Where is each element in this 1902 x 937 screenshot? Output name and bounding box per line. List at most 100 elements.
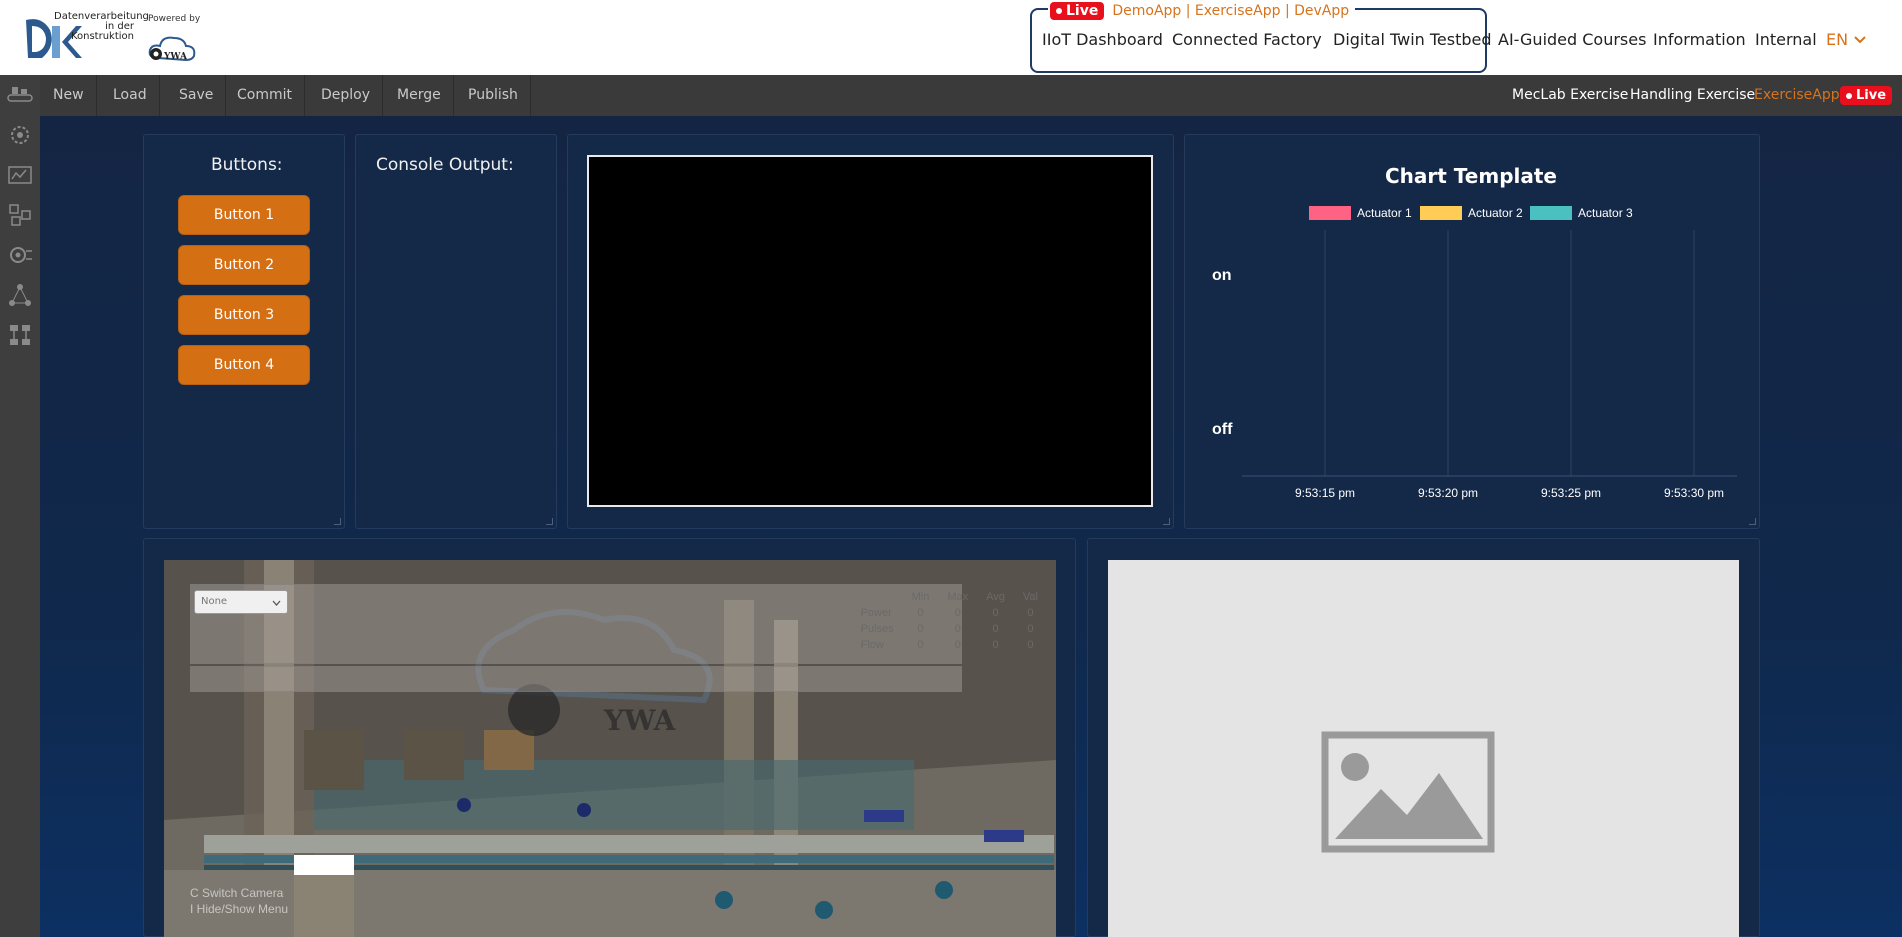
network-icon[interactable] <box>6 281 34 309</box>
legend-item[interactable]: Actuator 3 <box>1530 206 1633 220</box>
table-row: Flow 0 0 0 0 <box>853 638 1046 652</box>
live-dot-icon <box>1056 8 1062 14</box>
table-header: Min <box>911 591 930 603</box>
publish-button[interactable]: Publish <box>456 75 531 116</box>
table-header: Avg <box>986 591 1005 603</box>
handling-exercise-link[interactable]: Handling Exercise <box>1630 75 1755 116</box>
legend-swatch <box>1420 206 1462 220</box>
ywa-logo-text: YWA <box>163 52 188 62</box>
row-label: Flow <box>860 639 884 651</box>
toolbar: New Load Save Commit Deploy Merge Publis… <box>0 75 1902 116</box>
table-cell: 0 <box>954 607 961 619</box>
live-apps-links[interactable]: DemoApp | ExerciseApp | DevApp <box>1112 3 1349 19</box>
deploy-button[interactable]: Deploy <box>309 75 384 116</box>
live-dot-icon <box>1846 92 1852 99</box>
legend-swatch <box>1530 206 1572 220</box>
blocks-icon[interactable] <box>6 201 34 229</box>
resize-handle[interactable] <box>1163 518 1170 525</box>
table-header-row: Min Max Avg Val <box>853 590 1046 604</box>
live-badge-label: Live <box>1066 3 1099 19</box>
left-sidebar <box>0 75 40 937</box>
resize-handle[interactable] <box>1749 518 1756 525</box>
legend-label: Actuator 1 <box>1357 206 1412 220</box>
toolbar-live-label: Live <box>1856 88 1887 103</box>
table-row: Pulses 0 0 0 0 <box>853 622 1046 636</box>
legend-label: Actuator 3 <box>1578 206 1633 220</box>
buttons-panel-title: Buttons: <box>211 155 283 175</box>
button-1[interactable]: Button 1 <box>178 195 310 235</box>
chart-title: Chart Template <box>1385 164 1557 188</box>
sensor-select[interactable]: None <box>194 590 288 614</box>
image-placeholder <box>1108 560 1739 937</box>
meclab-exercise-link[interactable]: MecLab Exercise <box>1512 75 1628 116</box>
table-cell: 0 <box>992 639 999 651</box>
ywa-logo[interactable]: YWA <box>144 30 200 64</box>
toolbar-live-badge: Live <box>1840 86 1893 105</box>
x-tick-label: 9:53:20 pm <box>1418 486 1479 500</box>
language-selector[interactable]: EN <box>1826 30 1866 49</box>
table-cell: 0 <box>1027 607 1034 619</box>
resize-handle[interactable] <box>546 518 553 525</box>
ywa-watermark: YWA <box>603 704 677 737</box>
hint-hide-menu: I Hide/Show Menu <box>190 902 289 916</box>
hierarchy-icon[interactable] <box>6 321 34 349</box>
merge-button[interactable]: Merge <box>385 75 454 116</box>
sensor-overlay <box>190 584 962 664</box>
row-label: Pulses <box>860 623 894 635</box>
table-header: Max <box>947 591 969 603</box>
video-stream[interactable] <box>587 155 1153 507</box>
chevron-down-icon <box>272 600 281 606</box>
nav-ai-guided-courses[interactable]: AI-Guided Courses <box>1498 30 1646 49</box>
new-button[interactable]: New <box>41 75 97 116</box>
save-button[interactable]: Save <box>167 75 227 116</box>
legend-item[interactable]: Actuator 1 <box>1309 206 1412 220</box>
button-3[interactable]: Button 3 <box>178 295 310 335</box>
legend-label: Actuator 2 <box>1468 206 1523 220</box>
digital-twin-viewer[interactable]: YWA None Min Max Avg Val Power 0 0 0 0 P… <box>164 560 1056 937</box>
gear-network-icon[interactable] <box>6 241 34 269</box>
table-cell: 0 <box>1027 639 1034 651</box>
y-tick-label: off <box>1212 421 1233 438</box>
legend-item[interactable]: Actuator 2 <box>1420 206 1523 220</box>
table-cell: 0 <box>1027 623 1034 635</box>
x-tick-label: 9:53:30 pm <box>1664 486 1725 500</box>
exerciseapp-link[interactable]: ExerciseApp <box>1754 75 1840 116</box>
nav-internal[interactable]: Internal <box>1755 30 1817 49</box>
table-cell: 0 <box>917 623 924 635</box>
table-cell: 0 <box>917 639 924 651</box>
button-2[interactable]: Button 2 <box>178 245 310 285</box>
sensor-overlay-bar <box>190 666 962 692</box>
load-button[interactable]: Load <box>101 75 160 116</box>
table-header-blank <box>853 590 902 604</box>
x-tick-label: 9:53:15 pm <box>1295 486 1356 500</box>
nav-digital-twin-testbed[interactable]: Digital Twin Testbed <box>1333 30 1492 49</box>
nav-information[interactable]: Information <box>1653 30 1746 49</box>
hint-switch-camera: C Switch Camera <box>190 886 284 900</box>
table-cell: 0 <box>992 607 999 619</box>
legend-swatch <box>1309 206 1351 220</box>
image-placeholder-icon <box>1321 731 1495 853</box>
top-header: Datenverarbeitung in der Konstruktion Po… <box>0 0 1902 75</box>
factory-icon[interactable] <box>6 161 34 189</box>
resize-handle[interactable] <box>334 518 341 525</box>
nav-iiot-dashboard[interactable]: IIoT Dashboard <box>1042 30 1163 49</box>
table-cell: 0 <box>917 607 924 619</box>
conveyor-icon[interactable] <box>6 81 34 109</box>
sensor-select-value: None <box>201 596 228 607</box>
table-header: Val <box>1022 591 1038 603</box>
commit-button[interactable]: Commit <box>225 75 305 116</box>
powered-by-label: Powered by <box>148 14 201 24</box>
y-tick-label: on <box>1212 267 1232 284</box>
gear-dots-icon[interactable] <box>6 121 34 149</box>
live-apps-legend: Live DemoApp | ExerciseApp | DevApp <box>1048 2 1356 20</box>
sensor-stats-table: Min Max Avg Val Power 0 0 0 0 Pulses 0 0… <box>851 588 1048 654</box>
table-row: Power 0 0 0 0 <box>853 606 1046 620</box>
chart-panel <box>1184 134 1760 529</box>
language-label: EN <box>1826 30 1849 49</box>
row-label: Power <box>860 607 892 619</box>
nav-connected-factory[interactable]: Connected Factory <box>1172 30 1322 49</box>
viewer-hint: C Switch Camera I Hide/Show Menu <box>190 885 288 917</box>
button-4[interactable]: Button 4 <box>178 345 310 385</box>
console-panel-title: Console Output: <box>376 155 514 175</box>
table-cell: 0 <box>954 639 961 651</box>
